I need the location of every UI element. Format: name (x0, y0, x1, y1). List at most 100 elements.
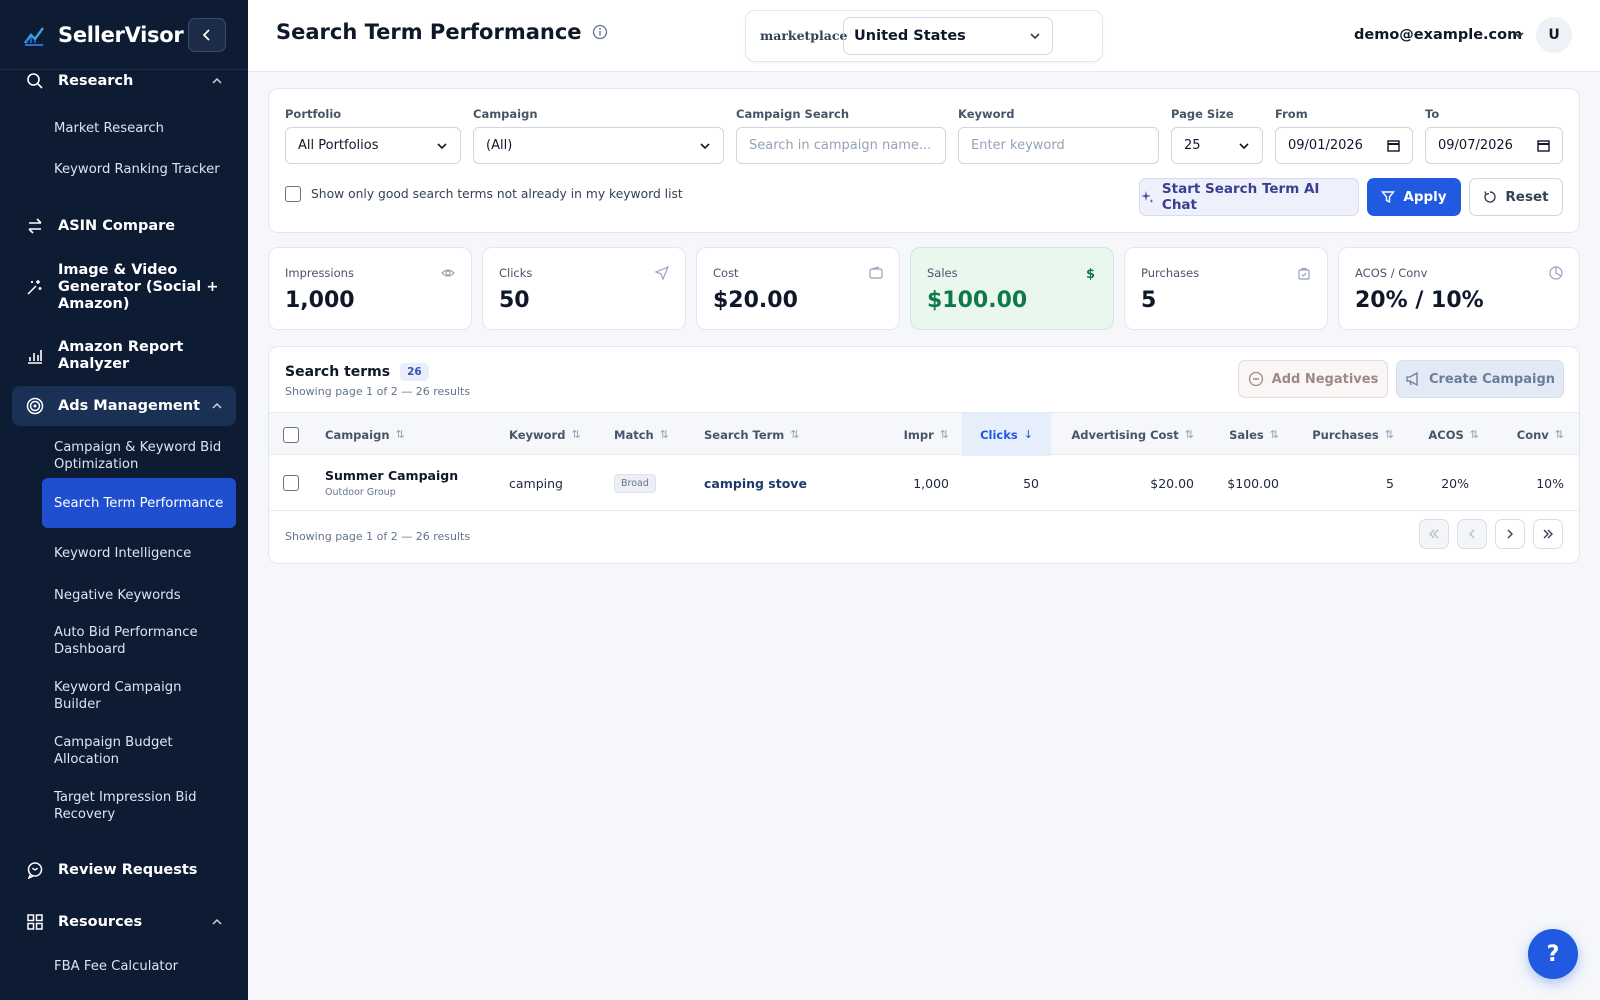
column-header-clicks[interactable]: Clicks ↓ (962, 413, 1051, 456)
sidebar-item-keyword-campaign-builder[interactable]: Keyword Campaign Builder (42, 678, 236, 714)
from-date-input[interactable]: 09/01/2026 (1275, 127, 1413, 164)
first-page-button[interactable] (1419, 519, 1449, 549)
sidebar-section-report-analyzer[interactable]: Amazon Report Analyzer (12, 338, 236, 374)
create-campaign-button[interactable]: Create Campaign (1396, 360, 1564, 398)
sidebar-item-negative-keywords[interactable]: Negative Keywords (42, 585, 236, 605)
message-icon (24, 859, 46, 881)
search-term-text[interactable]: camping stove (704, 476, 807, 491)
chevrons-left-icon (1429, 529, 1439, 539)
calendar-icon[interactable] (1387, 139, 1400, 152)
metric-value: 1,000 (285, 288, 355, 313)
keyword-placeholder: Enter keyword (971, 138, 1065, 153)
chevron-down-icon[interactable] (1512, 28, 1526, 42)
prev-page-button[interactable] (1457, 519, 1487, 549)
column-header-purchases[interactable]: Purchases ⇅ (1284, 413, 1394, 456)
column-header-acos[interactable]: ACOS ⇅ (1399, 413, 1479, 456)
refresh-icon (1484, 191, 1497, 203)
column-header-search-term[interactable]: Search Term ⇅ (704, 413, 800, 456)
sidebar-item-bid-optimization[interactable]: Campaign & Keyword Bid Optimization (42, 438, 236, 474)
add-negatives-label: Add Negatives (1271, 371, 1379, 387)
help-button[interactable]: ? (1528, 929, 1578, 979)
to-label: To (1425, 107, 1440, 121)
brand-name: SellerVisor (58, 22, 184, 47)
sidebar-item-budget-allocation[interactable]: Campaign Budget Allocation (42, 733, 236, 769)
sidebar-section-research[interactable]: Research (12, 70, 236, 92)
to-date-input[interactable]: 09/07/2026 (1425, 127, 1563, 164)
chevron-right-icon (1507, 529, 1513, 539)
column-header-keyword[interactable]: Keyword ⇅ (509, 413, 581, 456)
marketplace-label: marketplace (760, 28, 848, 43)
sidebar-collapse-button[interactable] (188, 17, 226, 52)
sort-icon: ⇅ (790, 428, 800, 441)
calendar-icon[interactable] (1537, 139, 1550, 152)
row-select-cell (283, 455, 301, 511)
ai-chat-button[interactable]: Start Search Term AI Chat (1139, 178, 1359, 216)
last-page-button[interactable] (1533, 519, 1563, 549)
sidebar-item-market-research[interactable]: Market Research (42, 117, 236, 139)
sidebar-section-label: Amazon Report Analyzer (58, 339, 184, 372)
clicks-cell: 50 (1023, 475, 1039, 491)
sidebar: SellerVisor Research Market Research Key… (0, 0, 248, 1000)
sidebar-section-label: Image & Video Generator (Social + Amazon… (58, 261, 219, 312)
table-title: Search terms 26 (285, 363, 429, 381)
sales-cell: $100.00 (1227, 475, 1279, 491)
sidebar-item-search-term-performance[interactable]: Search Term Performance (42, 478, 236, 528)
table-row[interactable]: Summer Campaign Outdoor Group camping Br… (269, 455, 1579, 511)
campaign-name[interactable]: Summer Campaign (325, 468, 458, 483)
create-campaign-label: Create Campaign (1428, 371, 1556, 387)
sidebar-item-keyword-ranking-tracker[interactable]: Keyword Ranking Tracker (42, 158, 236, 180)
column-header-conv[interactable]: Conv ⇅ (1484, 413, 1564, 456)
column-header-impr[interactable]: Impr ⇅ (869, 413, 949, 456)
sidebar-item-auto-bid-dashboard[interactable]: Auto Bid Performance Dashboard (42, 623, 236, 659)
sidebar-section-resources[interactable]: Resources (12, 911, 236, 933)
sidebar-section-review-requests[interactable]: Review Requests (12, 859, 236, 881)
apply-button[interactable]: Apply (1367, 178, 1461, 216)
metric-value: $20.00 (713, 288, 798, 313)
campaign-search-input[interactable]: Search in campaign name... (736, 127, 946, 164)
table-header: Campaign ⇅ Keyword ⇅ Match ⇅ Search Term ⇅ I… (269, 412, 1579, 456)
add-negatives-button[interactable]: Add Negatives (1238, 360, 1388, 398)
bag-icon (1298, 267, 1310, 280)
sidebar-item-keyword-intelligence[interactable]: Keyword Intelligence (42, 543, 236, 563)
metric-label: Impressions (285, 266, 354, 280)
column-label: Clicks (980, 427, 1018, 442)
pie-icon (1549, 266, 1563, 280)
metric-label: Cost (713, 266, 739, 280)
sidebar-section-asin-compare[interactable]: ASIN Compare (12, 215, 236, 237)
sidebar-section-label: Ads Management (58, 397, 201, 414)
column-header-campaign[interactable]: Campaign ⇅ (325, 413, 405, 456)
good-terms-checkbox[interactable] (285, 186, 301, 202)
page-size-select[interactable]: 25 (1171, 127, 1263, 164)
good-terms-checkbox-label: Show only good search terms not already … (311, 187, 683, 201)
portfolio-value: All Portfolios (298, 138, 379, 153)
ai-chat-label: Start Search Term AI Chat (1161, 181, 1320, 213)
filter-card: Portfolio All Portfolios Campaign (All) … (268, 88, 1580, 233)
reset-button[interactable]: Reset (1469, 178, 1563, 216)
keyword-input[interactable]: Enter keyword (958, 127, 1159, 164)
column-header-advertising-cost[interactable]: Advertising Cost ⇅ (1059, 413, 1194, 456)
target-icon (24, 395, 46, 417)
marketplace-select[interactable]: United States (843, 17, 1053, 55)
send-icon (655, 266, 669, 280)
avatar[interactable]: U (1536, 17, 1572, 53)
sort-icon: ⇅ (659, 428, 669, 441)
info-icon[interactable] (592, 24, 608, 40)
table-subtitle: Showing page 1 of 2 — 26 results (285, 385, 471, 398)
select-all-checkbox[interactable] (283, 426, 299, 443)
campaign-search-placeholder: Search in campaign name... (749, 138, 932, 153)
column-header-match[interactable]: Match ⇅ (614, 413, 669, 456)
sidebar-item-target-impression-bid-recovery[interactable]: Target Impression Bid Recovery (42, 788, 236, 824)
campaign-cell: Summer Campaign Outdoor Group (325, 455, 458, 511)
campaign-select[interactable]: (All) (473, 127, 724, 164)
page-size-value: 25 (1184, 138, 1201, 153)
portfolio-select[interactable]: All Portfolios (285, 127, 461, 164)
next-page-button[interactable] (1495, 519, 1525, 549)
sidebar-item-fba-fee-calculator[interactable]: FBA Fee Calculator (42, 955, 236, 977)
sidebar-section-image-video-generator[interactable]: Image & Video Generator (Social + Amazon… (12, 260, 236, 314)
row-checkbox[interactable] (283, 475, 299, 491)
keyword-cell: camping (509, 475, 563, 491)
sidebar-section-ads-management[interactable]: Ads Management (12, 386, 236, 426)
column-header-sales[interactable]: Sales ⇅ (1199, 413, 1279, 456)
from-date-value: 09/01/2026 (1288, 138, 1363, 153)
user-email[interactable]: demo@example.com (1354, 27, 1522, 43)
